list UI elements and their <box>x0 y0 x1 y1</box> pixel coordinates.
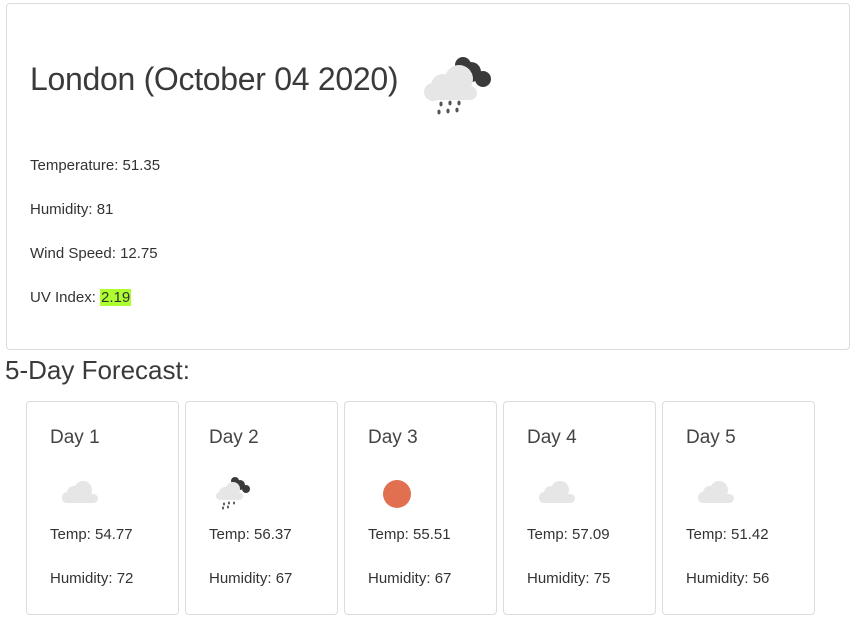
day-humidity-label: Humidity: <box>368 570 435 587</box>
rain-cloud-icon <box>424 57 491 115</box>
forecast-day-card: Day 1 Temp: 54.77 Humidity: 72 <box>26 401 179 615</box>
humidity-label: Humidity: <box>30 201 97 218</box>
day-humidity: Humidity: 72 <box>50 570 133 587</box>
uv-index-stat: UV Index: 2.19 <box>30 289 132 306</box>
day-temp-label: Temp: <box>50 526 96 543</box>
cloud-icon <box>698 481 734 503</box>
day-humidity-label: Humidity: <box>686 570 753 587</box>
day-humidity: Humidity: 67 <box>209 570 292 587</box>
temperature-value: 51.35 <box>122 157 161 174</box>
day-humidity: Humidity: 56 <box>686 570 769 587</box>
day-temp-value: 51.42 <box>731 526 769 543</box>
day-temp-label: Temp: <box>368 526 414 543</box>
day-temp-value: 57.09 <box>572 526 610 543</box>
day-humidity-value: 75 <box>593 570 611 587</box>
cloud-icon <box>539 481 575 503</box>
day-temp-value: 54.77 <box>95 526 133 543</box>
wind-speed-label: Wind Speed: <box>30 245 121 262</box>
day-temp: Temp: 56.37 <box>209 526 292 543</box>
wind-speed-value: 12.75 <box>120 245 158 262</box>
forecast-day-card: Day 4 Temp: 57.09 Humidity: 75 <box>503 401 656 615</box>
cloud-icon <box>62 481 98 503</box>
day-label: Day 5 <box>686 427 736 448</box>
day-humidity-label: Humidity: <box>209 570 276 587</box>
day-label: Day 4 <box>527 427 577 448</box>
uv-index-badge: 2.19 <box>100 289 132 306</box>
day-label: Day 2 <box>209 427 259 448</box>
sun-icon <box>383 480 411 508</box>
day-temp-label: Temp: <box>686 526 732 543</box>
day-temp: Temp: 57.09 <box>527 526 610 543</box>
city-title: London (October 04 2020) <box>30 61 399 97</box>
day-temp-label: Temp: <box>209 526 255 543</box>
day-humidity-label: Humidity: <box>50 570 117 587</box>
forecast-day-card: Day 2 Temp: 56.37 Humidity: 67 <box>185 401 338 615</box>
rain-cloud-icon <box>216 477 250 510</box>
humidity-stat: Humidity: 81 <box>30 201 113 218</box>
forecast-row: Day 1 Temp: 54.77 Humidity: 72 Day 2 Tem… <box>26 401 816 615</box>
day-humidity: Humidity: 67 <box>368 570 451 587</box>
day-temp-value: 55.51 <box>413 526 451 543</box>
day-label: Day 1 <box>50 427 100 448</box>
forecast-day-card: Day 5 Temp: 51.42 Humidity: 56 <box>662 401 815 615</box>
day-humidity-value: 67 <box>275 570 293 587</box>
forecast-day-card: Day 3 Temp: 55.51 Humidity: 67 <box>344 401 497 615</box>
day-humidity-value: 67 <box>434 570 452 587</box>
day-humidity-label: Humidity: <box>527 570 594 587</box>
day-label: Day 3 <box>368 427 418 448</box>
day-temp-value: 56.37 <box>254 526 292 543</box>
day-temp-label: Temp: <box>527 526 573 543</box>
day-temp: Temp: 55.51 <box>368 526 451 543</box>
current-weather-card: London (October 04 2020) Temperature: 51… <box>6 3 850 350</box>
humidity-value: 81 <box>96 201 114 218</box>
temperature-stat: Temperature: 51.35 <box>30 157 160 174</box>
temperature-label: Temperature: <box>30 157 123 174</box>
day-humidity-value: 72 <box>116 570 134 587</box>
wind-speed-stat: Wind Speed: 12.75 <box>30 245 158 262</box>
day-humidity-value: 56 <box>752 570 770 587</box>
day-humidity: Humidity: 75 <box>527 570 610 587</box>
day-temp: Temp: 51.42 <box>686 526 769 543</box>
forecast-title: 5-Day Forecast: <box>5 355 190 385</box>
day-temp: Temp: 54.77 <box>50 526 133 543</box>
uv-index-label: UV Index: <box>30 289 101 306</box>
